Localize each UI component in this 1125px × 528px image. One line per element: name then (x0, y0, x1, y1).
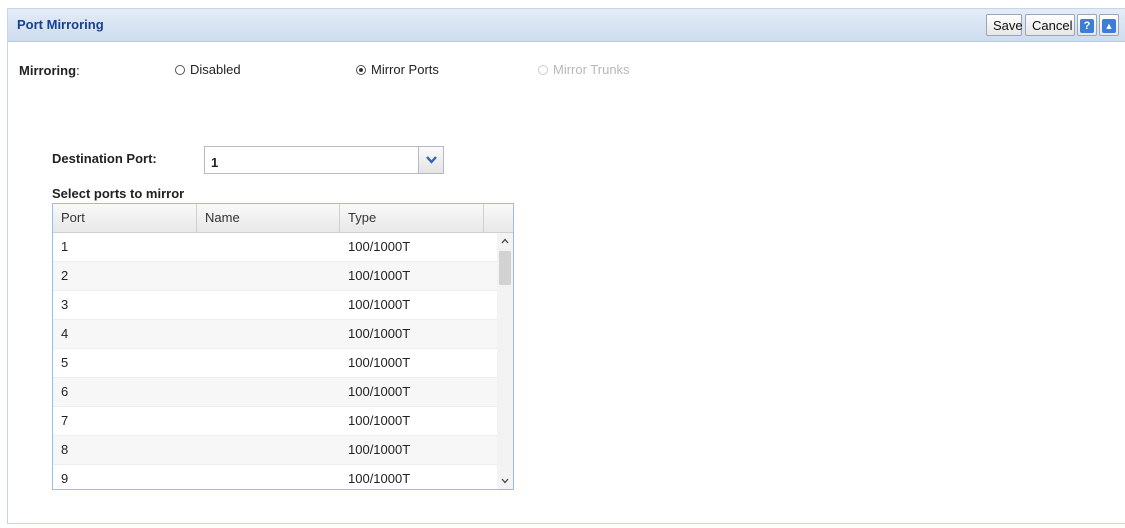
table-row[interactable]: 5 100/1000T (53, 349, 497, 378)
radio-mirror-ports[interactable]: Mirror Ports (356, 62, 439, 77)
radio-mirror-ports-circle[interactable] (356, 64, 366, 75)
select-ports-title: Select ports to mirror (52, 186, 185, 201)
collapse-up-icon: ▲ (1102, 19, 1116, 33)
cell-type: 100/1000T (348, 442, 411, 457)
cell-port: 4 (61, 326, 69, 341)
cell-port: 9 (61, 471, 69, 486)
save-button[interactable]: Save (986, 14, 1023, 36)
radio-disabled-label: Disabled (190, 62, 241, 77)
cell-type: 100/1000T (348, 326, 411, 341)
column-header-name[interactable]: Name (197, 204, 340, 232)
table-row[interactable]: 9 100/1000T (53, 465, 497, 489)
chevron-down-icon[interactable] (418, 147, 443, 173)
table-row[interactable]: 2 100/1000T (53, 262, 497, 291)
radio-mirror-ports-label: Mirror Ports (371, 62, 439, 77)
mirroring-label: Mirroring: (19, 63, 80, 78)
scroll-up-icon[interactable] (497, 235, 513, 247)
destination-port-value[interactable]: 1 (211, 155, 218, 170)
table-row[interactable]: 1 100/1000T (53, 233, 497, 262)
panel-header: Port Mirroring Save Cancel ? ▲ (8, 9, 1125, 42)
cell-port: 7 (61, 413, 69, 428)
column-header-type[interactable]: Type (340, 204, 484, 232)
cell-port: 8 (61, 442, 69, 457)
table-row[interactable]: 8 100/1000T (53, 436, 497, 465)
cell-port: 1 (61, 239, 69, 254)
cell-port: 2 (61, 268, 69, 283)
cell-type: 100/1000T (348, 471, 411, 486)
cell-type: 100/1000T (348, 239, 411, 254)
grid-scrollbar[interactable] (497, 233, 513, 489)
column-header-spacer (484, 204, 513, 232)
table-row[interactable]: 7 100/1000T (53, 407, 497, 436)
collapse-button[interactable]: ▲ (1099, 14, 1119, 36)
scrollbar-thumb[interactable] (499, 251, 511, 285)
cell-port: 6 (61, 384, 69, 399)
cell-type: 100/1000T (348, 297, 411, 312)
table-row[interactable]: 4 100/1000T (53, 320, 497, 349)
mirroring-label-colon: : (76, 63, 80, 78)
grid-header: Port Name Type (53, 204, 513, 233)
table-row[interactable]: 6 100/1000T (53, 378, 497, 407)
help-icon: ? (1080, 19, 1094, 33)
cell-type: 100/1000T (348, 384, 411, 399)
scroll-down-icon[interactable] (497, 475, 513, 487)
radio-mirror-trunks: Mirror Trunks (538, 62, 630, 77)
cancel-button[interactable]: Cancel (1025, 14, 1075, 36)
page-title: Port Mirroring (17, 17, 104, 32)
destination-port-label: Destination Port: (52, 151, 157, 166)
cell-type: 100/1000T (348, 355, 411, 370)
radio-disabled-circle[interactable] (175, 64, 185, 75)
cell-type: 100/1000T (348, 413, 411, 428)
grid-body: 1 100/1000T 2 100/1000T 3 100/1000T 4 10… (53, 233, 497, 489)
cell-port: 5 (61, 355, 69, 370)
radio-mirror-trunks-label: Mirror Trunks (553, 62, 630, 77)
column-header-port[interactable]: Port (53, 204, 197, 232)
radio-mirror-trunks-circle (538, 64, 548, 75)
cell-port: 3 (61, 297, 69, 312)
help-button[interactable]: ? (1077, 14, 1097, 36)
destination-port-select[interactable]: 1 (204, 146, 444, 174)
mirroring-label-text: Mirroring (19, 63, 77, 78)
table-row[interactable]: 3 100/1000T (53, 291, 497, 320)
cell-type: 100/1000T (348, 268, 411, 283)
ports-grid: Port Name Type 1 100/1000T 2 100/1000T 3… (52, 203, 514, 490)
radio-disabled[interactable]: Disabled (175, 62, 241, 77)
